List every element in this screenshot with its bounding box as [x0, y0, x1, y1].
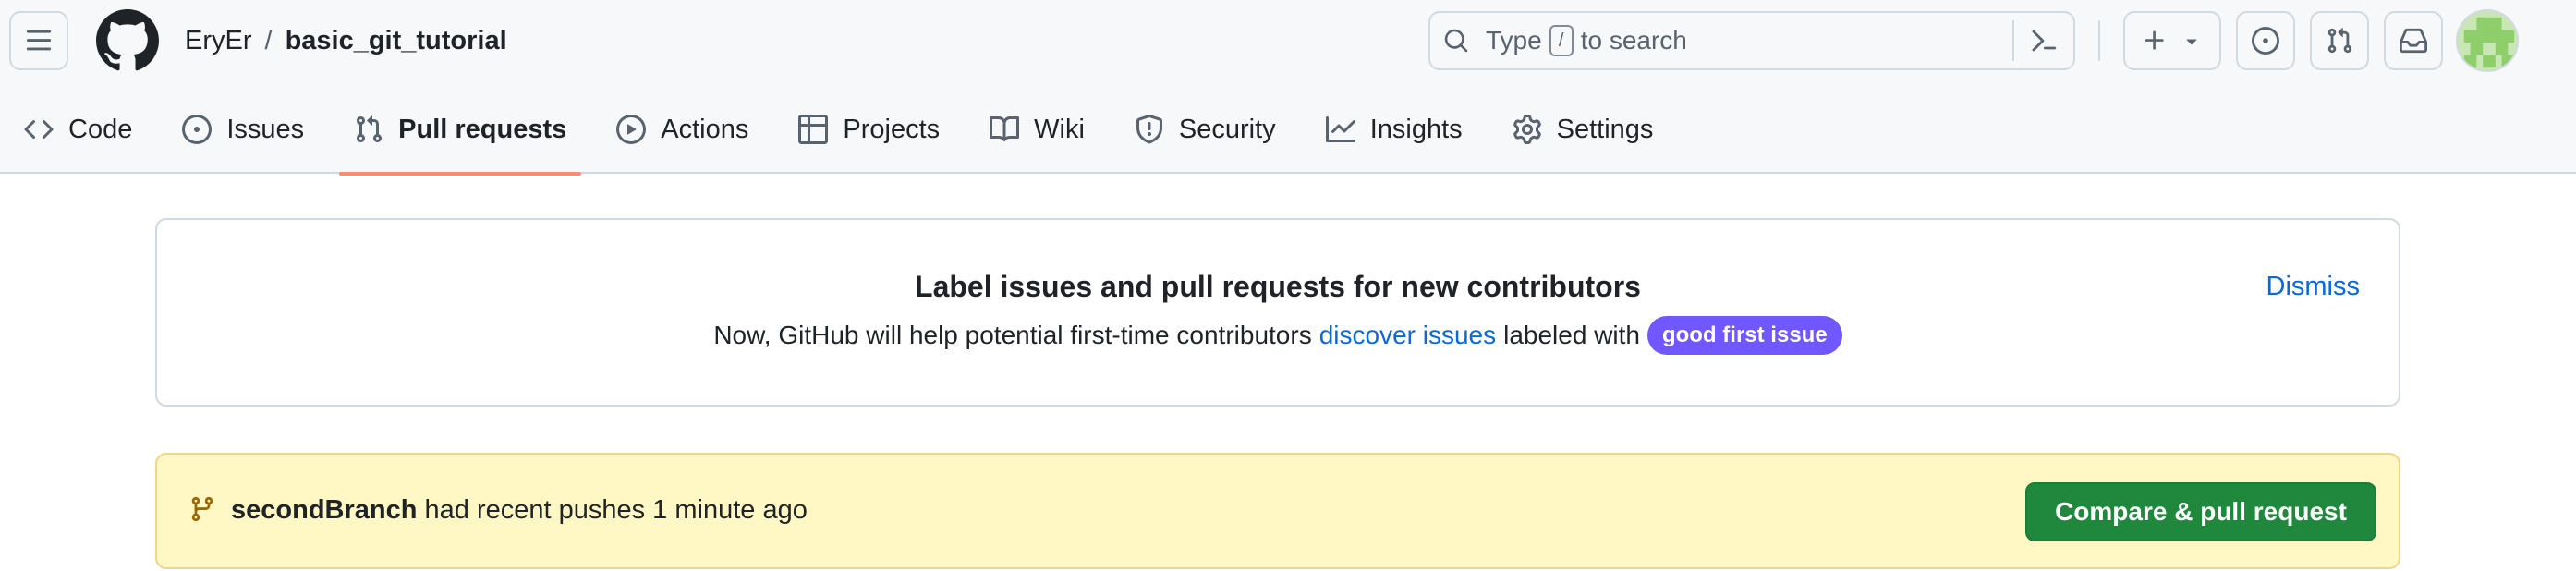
command-palette-button[interactable] [2012, 20, 2073, 61]
recent-push-banner: secondBranch had recent pushes 1 minute … [155, 453, 2400, 569]
push-message-text: had recent pushes 1 minute ago [424, 495, 808, 525]
dismiss-button[interactable]: Dismiss [2266, 272, 2361, 302]
tab-code[interactable]: Code [9, 100, 147, 159]
tab-insights[interactable]: Insights [1311, 100, 1477, 159]
tab-actions[interactable]: Actions [601, 100, 763, 159]
tab-projects[interactable]: Projects [784, 100, 954, 159]
new-contributors-banner: Label issues and pull requests for new c… [155, 218, 2400, 407]
tab-security[interactable]: Security [1120, 100, 1291, 159]
table-icon [798, 115, 829, 144]
compare-pull-request-button[interactable]: Compare & pull request [2025, 482, 2376, 541]
tab-pull-requests[interactable]: Pull requests [339, 100, 582, 176]
terminal-icon [2032, 30, 2057, 52]
tab-issues[interactable]: Issues [167, 100, 319, 159]
avatar[interactable] [2456, 9, 2519, 72]
search-icon [1444, 29, 1468, 53]
identicon-icon [2458, 11, 2517, 70]
tab-label: Code [68, 114, 133, 144]
menu-button[interactable] [9, 11, 68, 70]
tab-label: Pull requests [398, 114, 567, 144]
plus-icon [2145, 30, 2164, 50]
discover-issues-link[interactable]: discover issues [1319, 321, 1496, 350]
shield-icon [1136, 115, 1162, 144]
hamburger-icon [26, 30, 52, 51]
your-pull-requests-button[interactable] [2310, 11, 2369, 70]
tab-label: Issues [226, 114, 305, 144]
repo-tabs: Code Issues Pull requests Actions Projec… [0, 100, 1688, 176]
play-icon [616, 115, 647, 144]
push-message: secondBranch had recent pushes 1 minute … [231, 495, 808, 526]
inbox-icon [2400, 28, 2427, 54]
banner-text-after: labeled with [1503, 321, 1640, 349]
search-shortcut-key: / [1549, 25, 1574, 56]
breadcrumb-repo[interactable]: basic_git_tutorial [286, 26, 507, 56]
banner-title: Label issues and pull requests for new c… [915, 270, 1641, 303]
banner-text-before: Now, GitHub will help potential first-ti… [713, 321, 1312, 349]
book-icon [990, 115, 1020, 141]
breadcrumb-separator: / [264, 25, 273, 55]
breadcrumb: EryEr / basic_git_tutorial [185, 20, 507, 61]
issue-opened-icon [2252, 27, 2279, 55]
graph-icon [1325, 116, 1355, 142]
triangle-down-icon [2186, 39, 2197, 45]
code-icon [24, 119, 54, 140]
your-issues-button[interactable] [2236, 11, 2295, 70]
tab-label: Actions [661, 114, 749, 144]
breadcrumb-owner[interactable]: EryEr [185, 26, 252, 56]
gear-icon [1513, 115, 1541, 144]
notifications-button[interactable] [2384, 11, 2443, 70]
tab-settings[interactable]: Settings [1498, 100, 1669, 159]
search-suffix: to search [1580, 26, 1687, 55]
tab-label: Projects [843, 114, 941, 144]
good-first-issue-label[interactable]: good first issue [1646, 316, 1842, 355]
tab-label: Wiki [1034, 114, 1085, 144]
app-header: EryEr / basic_git_tutorial Type / to sea… [0, 0, 2576, 176]
create-new-button[interactable] [2123, 11, 2221, 70]
github-logo-icon[interactable] [95, 9, 159, 72]
tab-label: Insights [1369, 114, 1463, 144]
search-prefix: Type [1486, 26, 1542, 55]
tab-label: Security [1178, 114, 1276, 144]
banner-text: Now, GitHub will help potential first-ti… [157, 316, 2399, 355]
branch-name[interactable]: secondBranch [231, 495, 417, 525]
tab-wiki[interactable]: Wiki [975, 100, 1100, 159]
search-input[interactable]: Type / to search [1428, 11, 2075, 70]
git-pull-request-icon [2327, 28, 2352, 54]
git-branch-icon [191, 496, 213, 522]
header-divider [2098, 20, 2100, 61]
tab-label: Settings [1556, 114, 1654, 144]
git-pull-request-icon [357, 115, 383, 143]
issue-opened-icon [182, 115, 213, 144]
